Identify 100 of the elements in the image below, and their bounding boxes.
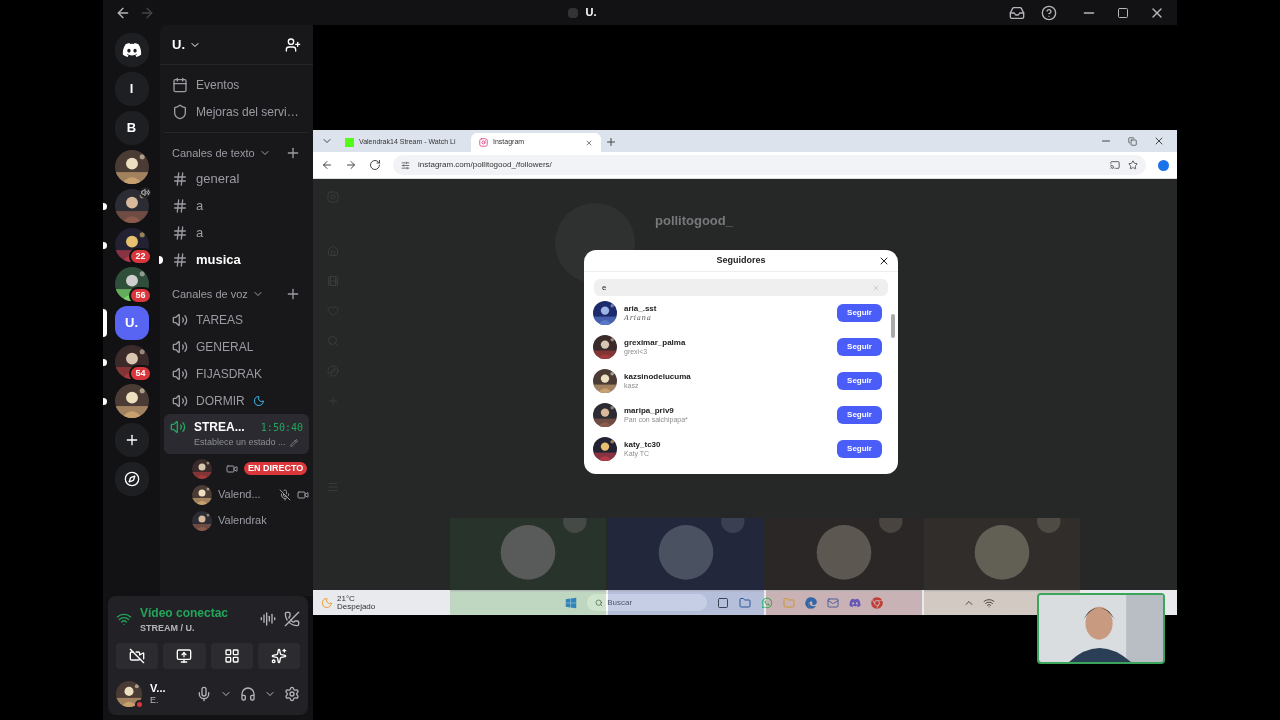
speaker-icon (172, 392, 188, 409)
channel-name[interactable]: a (196, 196, 204, 216)
close-icon[interactable] (1153, 135, 1165, 147)
hash-icon (172, 198, 188, 214)
search-field[interactable]: e (594, 279, 888, 296)
speaker-icon (170, 419, 186, 435)
channel-name[interactable]: GENERAL (196, 337, 254, 356)
server-button[interactable] (114, 150, 149, 184)
server-name[interactable]: U. (172, 34, 185, 55)
noise-suppression-icon[interactable] (260, 611, 276, 628)
hash-icon (172, 171, 188, 187)
taskbar-search[interactable]: Buscar (587, 594, 708, 611)
temperature: 21°C (337, 594, 356, 603)
server-button[interactable] (114, 384, 149, 418)
weather-text: Despejado (337, 602, 376, 611)
speaker-icon (172, 365, 188, 382)
server-button[interactable] (114, 189, 149, 223)
disconnect-icon[interactable] (284, 611, 300, 628)
server-button[interactable]: B (114, 111, 149, 145)
whatsapp-icon[interactable] (761, 596, 774, 609)
reload-icon[interactable] (369, 159, 381, 171)
channel-name[interactable]: TAREAS (196, 310, 244, 329)
settings-icon[interactable] (284, 686, 300, 702)
follower-username[interactable]: katy_tc30 (624, 439, 830, 450)
discord-logo-icon (121, 40, 142, 60)
follower-avatar[interactable] (593, 437, 617, 461)
follower-avatar[interactable] (593, 403, 617, 427)
speaker-icon (172, 338, 188, 355)
headphones-icon[interactable] (240, 686, 256, 702)
category-label[interactable]: Canales de texto (172, 145, 255, 162)
screen-share-button[interactable] (163, 643, 206, 669)
follower-username[interactable]: maripa_priv9 (624, 405, 830, 416)
profile-avatar[interactable] (1158, 159, 1169, 171)
follow-button[interactable]: Seguir (837, 338, 882, 356)
mic-icon[interactable] (196, 686, 212, 702)
follower-username[interactable]: greximar_palma (624, 337, 830, 348)
follower-username[interactable]: kazsinodelucuma (624, 371, 830, 382)
server-icon (567, 7, 578, 18)
maximize-icon[interactable] (1117, 6, 1129, 19)
channel-name[interactable]: musica (196, 250, 241, 270)
restore-icon[interactable] (1128, 136, 1137, 146)
camera-off-button[interactable] (116, 643, 159, 669)
new-tab-icon[interactable] (605, 136, 617, 148)
channel-name[interactable]: a (196, 223, 204, 243)
search-icon (595, 598, 604, 607)
member-avatar[interactable] (192, 484, 212, 505)
soundboard-button[interactable] (257, 643, 300, 669)
camera-off-icon (129, 648, 146, 664)
address-bar[interactable]: instagram.com/pollitogood_/followers/ (393, 155, 1146, 175)
category-label[interactable]: Canales de voz (172, 285, 248, 302)
voice-status[interactable]: Vídeo conectac (140, 603, 252, 622)
member-name[interactable]: Valendrak (218, 512, 267, 529)
discord-icon[interactable] (849, 596, 862, 609)
edge-icon[interactable] (805, 596, 818, 609)
screen-share-icon (176, 648, 193, 664)
menu-item[interactable]: Eventos (172, 73, 301, 97)
dnd-status-icon (135, 700, 144, 709)
mention-badge: 54 (129, 365, 152, 382)
forward-icon[interactable] (345, 159, 357, 171)
sparkles-icon (270, 648, 287, 664)
close-tab-icon[interactable] (585, 138, 593, 147)
server-button[interactable]: 56 (114, 267, 149, 301)
active-voice-channel[interactable]: STREA... 1:50:40 Establece un estado ... (164, 414, 309, 454)
server-button[interactable]: 54 (114, 345, 149, 379)
back-icon[interactable] (321, 159, 333, 171)
chrome-icon[interactable] (871, 596, 884, 609)
channel-name[interactable]: FIJASDRAK (196, 364, 262, 383)
activities-button[interactable] (210, 643, 253, 669)
help-icon[interactable] (1041, 4, 1057, 21)
site-settings-icon[interactable] (401, 160, 410, 170)
mail-icon[interactable] (827, 596, 840, 609)
invite-icon[interactable] (285, 36, 301, 53)
follow-button[interactable]: Seguir (837, 304, 882, 322)
server-button[interactable]: l (114, 72, 149, 106)
follow-button[interactable]: Seguir (837, 440, 882, 458)
connection-icon (116, 611, 132, 628)
server-button[interactable]: U. (114, 306, 149, 340)
member-avatar[interactable] (192, 458, 212, 479)
channel-name[interactable]: DORMIR (196, 391, 245, 410)
follower-avatar[interactable] (593, 369, 617, 393)
follower-username[interactable]: aria_.sst (624, 303, 830, 314)
hash-icon (172, 225, 188, 241)
follow-button[interactable]: Seguir (837, 406, 882, 424)
follower-avatar[interactable] (593, 335, 617, 359)
menu-item[interactable]: Mejoras del servi… (172, 100, 301, 124)
server-button[interactable]: 22 (114, 228, 149, 262)
compass-icon[interactable] (123, 471, 140, 487)
task-view-icon[interactable] (717, 596, 730, 609)
home-button[interactable] (114, 33, 149, 67)
member-name[interactable]: Valend... (218, 486, 261, 503)
username: V... (150, 681, 167, 696)
start-icon[interactable] (565, 596, 578, 609)
inbox-icon[interactable] (1009, 4, 1025, 21)
follower-avatar[interactable] (593, 301, 617, 325)
bookmark-icon[interactable] (1128, 160, 1138, 170)
member-avatar[interactable] (192, 510, 212, 531)
channel-name[interactable]: general (196, 169, 240, 189)
follow-button[interactable]: Seguir (837, 372, 882, 390)
cast-icon[interactable] (1110, 160, 1120, 170)
user-avatar[interactable] (116, 681, 142, 707)
